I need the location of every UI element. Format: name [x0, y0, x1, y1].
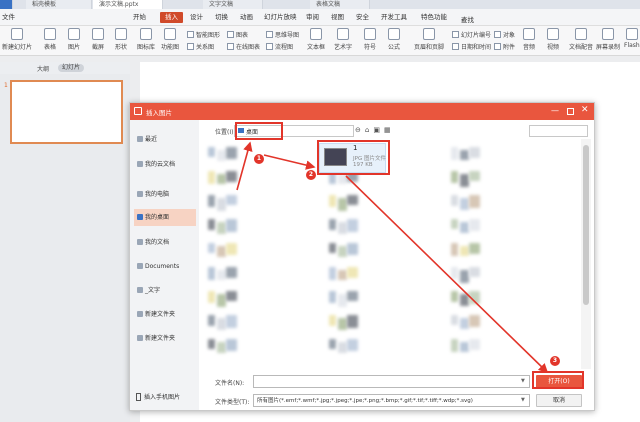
step-badge-3: 3: [550, 356, 560, 366]
arrow-3: [345, 175, 549, 374]
arrow-2: [263, 154, 316, 170]
annotation-arrows: [236, 141, 549, 374]
step-badge-2: 2: [306, 170, 316, 180]
wps-presentation-window: 稻壳模板 演示文稿.pptx 文字文稿 表格文稿 文件 开始 插入 设计 切换 …: [0, 0, 640, 422]
step-badge-1: 1: [254, 154, 264, 164]
arrow-1: [236, 141, 253, 191]
